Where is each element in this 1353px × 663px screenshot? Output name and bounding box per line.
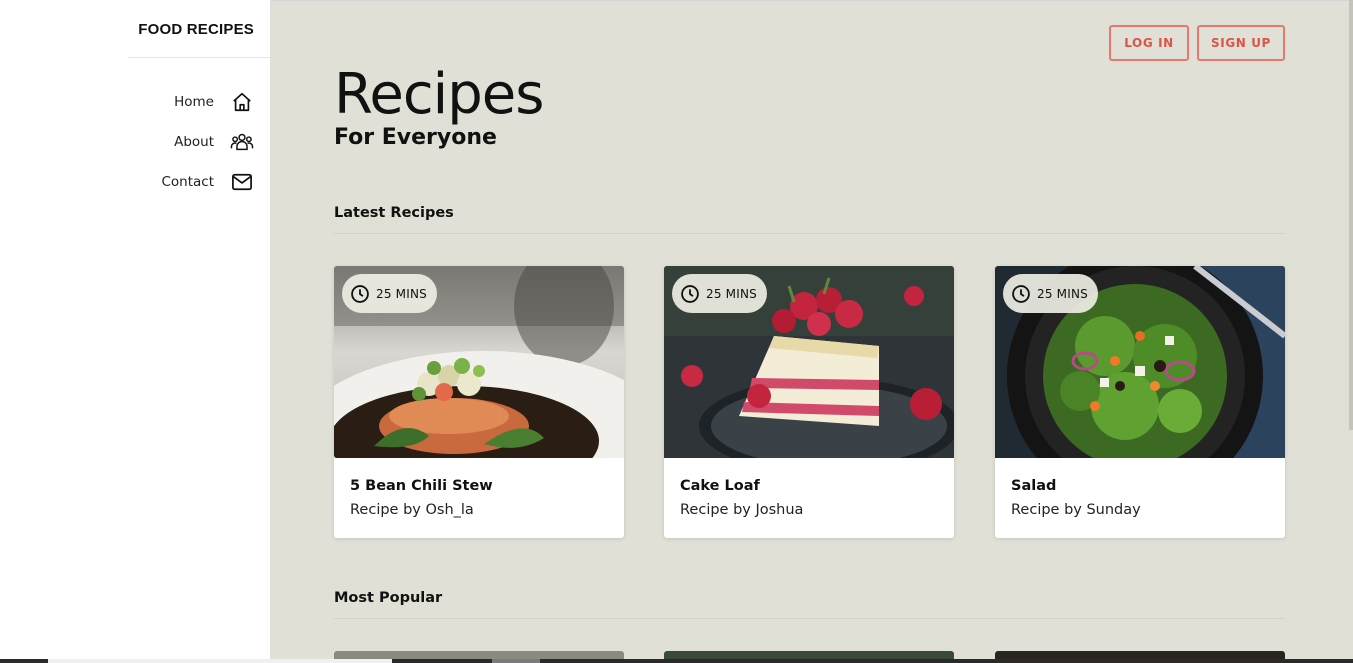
- recipe-image-raspberry-cake: 25 MINS: [664, 266, 954, 458]
- page-subtitle: For Everyone: [334, 125, 497, 150]
- time-badge: 25 MINS: [342, 274, 437, 313]
- recipe-author: Recipe by Osh_la: [350, 502, 474, 518]
- divider: [334, 233, 1285, 234]
- users-icon: [230, 130, 254, 154]
- divider: [334, 618, 1285, 619]
- signup-button[interactable]: SIGN UP: [1197, 25, 1285, 61]
- recipe-title[interactable]: Salad: [1011, 478, 1056, 494]
- clock-icon: [681, 284, 699, 303]
- home-icon: [230, 90, 254, 114]
- recipe-image-salmon-dish: 25 MINS: [334, 266, 624, 458]
- nav-item-label: About: [174, 134, 214, 150]
- brand-title: FOOD RECIPES: [138, 21, 254, 38]
- clock-icon: [1012, 284, 1030, 303]
- recipe-author: Recipe by Sunday: [1011, 502, 1141, 518]
- nav-item-contact[interactable]: Contact: [161, 169, 254, 195]
- recipe-card[interactable]: 25 MINS Salad Recipe by Sunday: [995, 266, 1285, 538]
- sidebar: FOOD RECIPES Home About Contact: [0, 0, 270, 663]
- latest-recipes-list: 25 MINS 5 Bean Chili Stew Recipe by Osh_…: [334, 266, 1285, 538]
- nav-item-about[interactable]: About: [174, 129, 254, 155]
- scrollbar-marker: [492, 659, 540, 663]
- most-popular-heading: Most Popular: [334, 590, 443, 606]
- latest-recipes-heading: Latest Recipes: [334, 205, 454, 221]
- time-label: 25 MINS: [376, 286, 427, 301]
- scrollbar-thumb[interactable]: [48, 659, 392, 663]
- recipe-image-green-salad: 25 MINS: [995, 266, 1285, 458]
- time-label: 25 MINS: [1037, 286, 1088, 301]
- time-badge: 25 MINS: [672, 274, 767, 313]
- vertical-scrollbar[interactable]: [1349, 0, 1353, 430]
- recipe-title[interactable]: Cake Loaf: [680, 478, 760, 494]
- clock-icon: [351, 284, 369, 303]
- time-badge: 25 MINS: [1003, 274, 1098, 313]
- recipe-author: Recipe by Joshua: [680, 502, 804, 518]
- recipe-card[interactable]: 25 MINS Cake Loaf Recipe by Joshua: [664, 266, 954, 538]
- nav-item-label: Home: [174, 94, 214, 110]
- page-title: Recipes: [334, 62, 544, 127]
- nav-item-label: Contact: [161, 174, 214, 190]
- recipe-card[interactable]: 25 MINS 5 Bean Chili Stew Recipe by Osh_…: [334, 266, 624, 538]
- mail-icon: [230, 170, 254, 194]
- main-content: LOG IN SIGN UP Recipes For Everyone Late…: [270, 0, 1353, 663]
- nav-item-home[interactable]: Home: [174, 89, 254, 115]
- brand[interactable]: FOOD RECIPES: [128, 0, 270, 58]
- time-label: 25 MINS: [706, 286, 757, 301]
- recipe-title[interactable]: 5 Bean Chili Stew: [350, 478, 493, 494]
- login-button[interactable]: LOG IN: [1109, 25, 1189, 61]
